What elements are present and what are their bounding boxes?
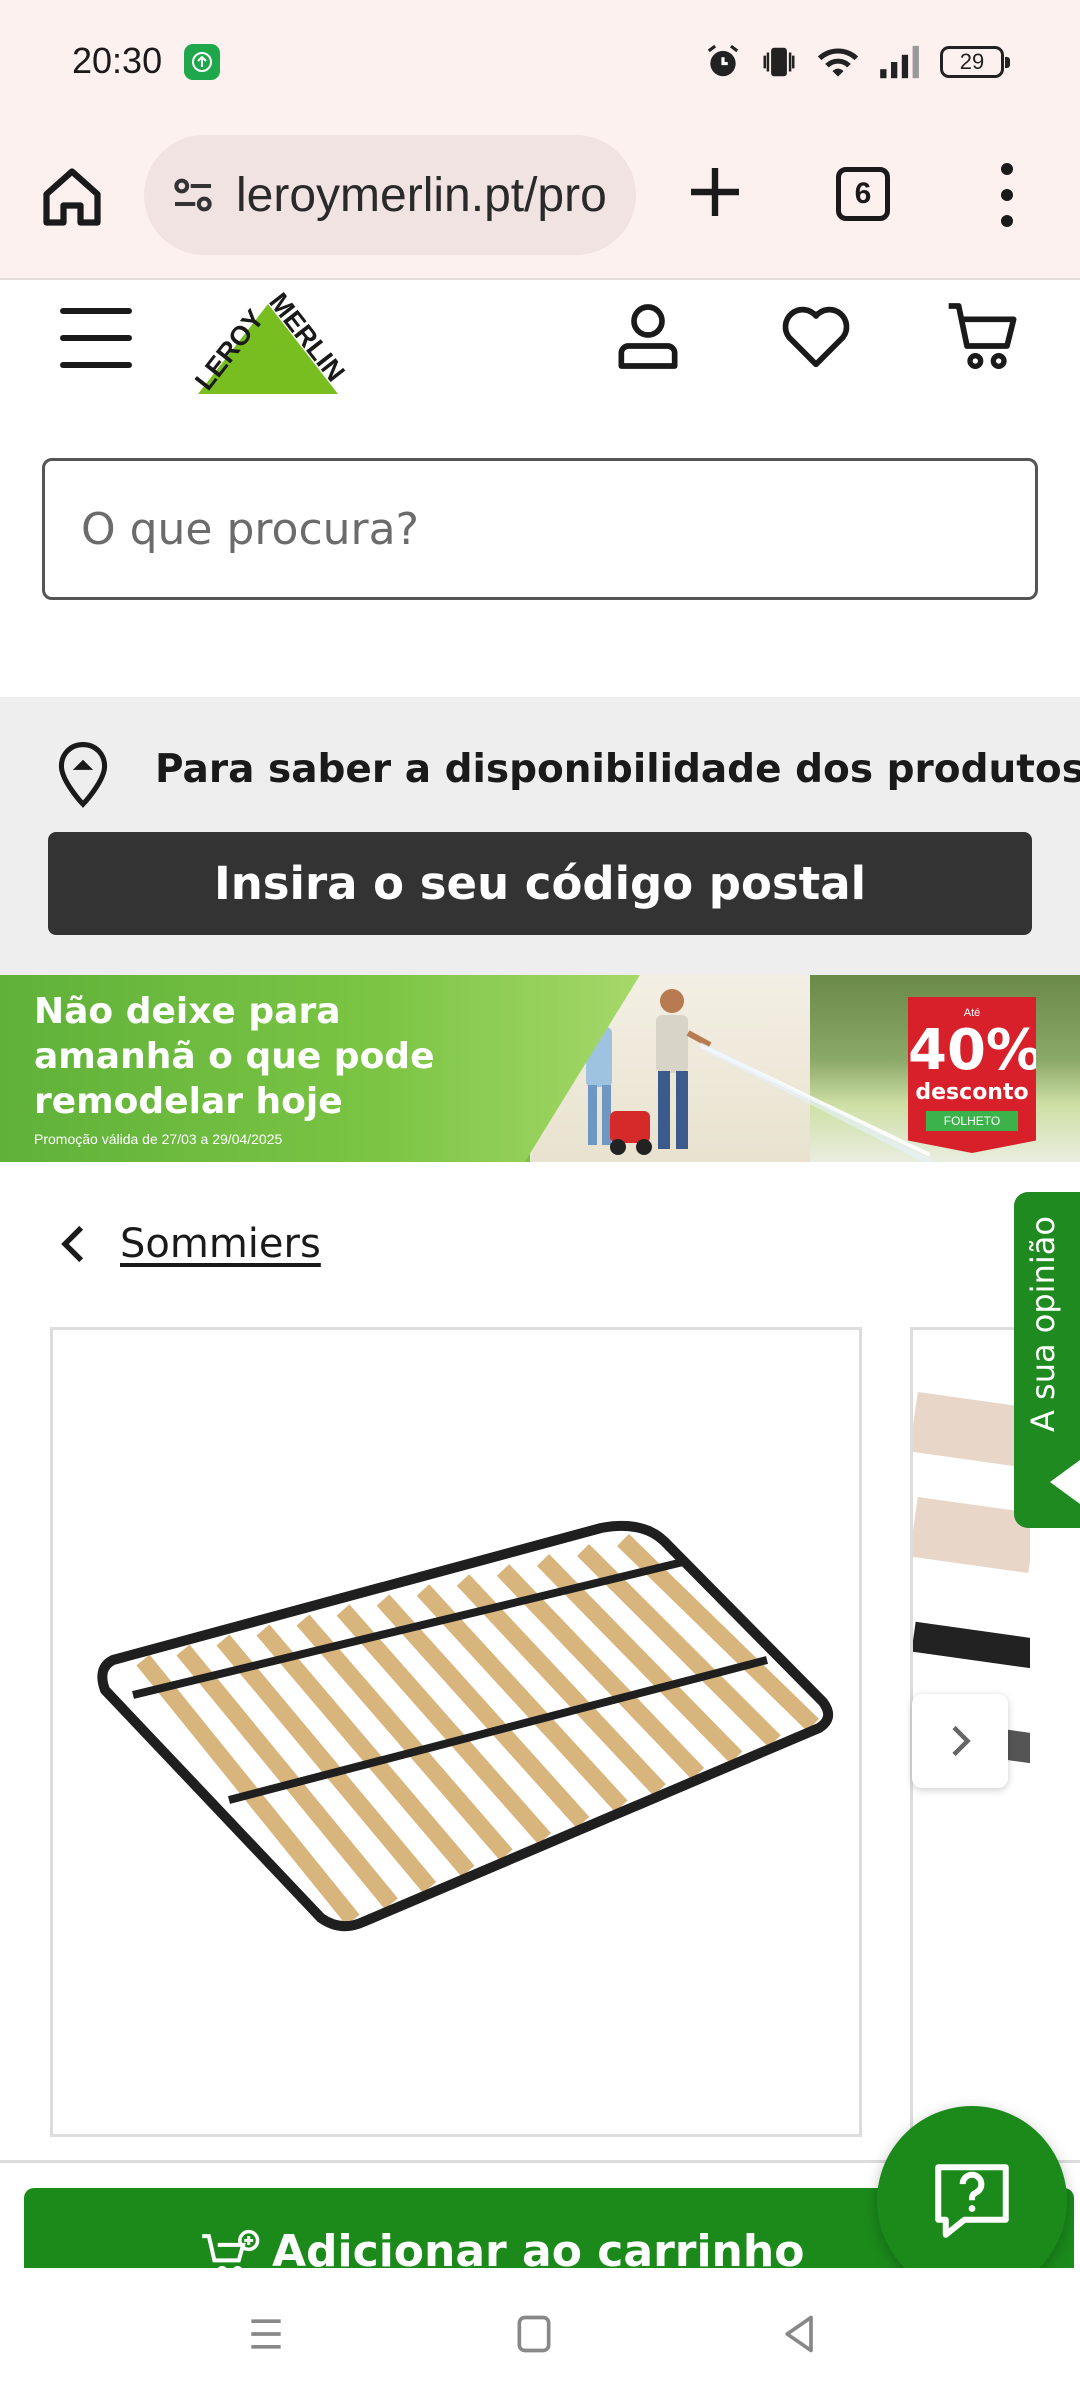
availability-text: Para saber a disponibilidade dos produto… bbox=[155, 747, 1080, 792]
chevron-right-icon bbox=[952, 1725, 971, 1757]
badge-tag: FOLHETO bbox=[926, 1111, 1018, 1131]
breadcrumb: Sommiers bbox=[56, 1216, 321, 1272]
badge-label: desconto bbox=[915, 1080, 1029, 1105]
system-nav-bar bbox=[0, 2268, 1080, 2400]
home-nav-icon[interactable] bbox=[510, 2312, 558, 2356]
alarm-icon bbox=[707, 44, 739, 77]
search-input[interactable] bbox=[81, 503, 1035, 555]
site-header: LEROY MERLIN bbox=[0, 282, 1080, 412]
signal-icon bbox=[880, 45, 919, 79]
location-pin-icon bbox=[58, 742, 108, 808]
menu-icon[interactable] bbox=[60, 308, 132, 368]
search-box[interactable] bbox=[42, 458, 1038, 600]
tab-switcher-button[interactable]: 6 bbox=[836, 167, 890, 221]
promo-validity: Promoção válida de 27/03 a 29/04/2025 bbox=[34, 1131, 283, 1147]
url-text: leroymerlin.pt/pro bbox=[236, 168, 607, 222]
promo-title: Não deixe para amanhã o que pode remodel… bbox=[34, 991, 435, 1122]
site-settings-icon[interactable] bbox=[166, 168, 220, 222]
product-image-main[interactable] bbox=[50, 1327, 862, 2137]
status-icons: 29 bbox=[704, 40, 1010, 84]
discount-badge: Até 40% desconto FOLHETO bbox=[908, 997, 1036, 1153]
battery-level: 29 bbox=[959, 49, 985, 74]
leroy-merlin-logo[interactable]: LEROY MERLIN bbox=[168, 282, 368, 402]
feedback-label: A sua opinião bbox=[1024, 1216, 1062, 1432]
status-time: 20:30 bbox=[72, 40, 163, 81]
breadcrumb-link-sommiers[interactable]: Sommiers bbox=[120, 1221, 321, 1267]
promo-water-jet bbox=[700, 1042, 930, 1162]
back-icon[interactable] bbox=[776, 2312, 824, 2356]
account-icon[interactable] bbox=[608, 296, 688, 376]
status-bar: 20:30 29 bbox=[0, 0, 1080, 125]
badge-value: 40% bbox=[908, 1018, 1043, 1083]
bed-base-image bbox=[97, 1520, 834, 1932]
home-icon[interactable] bbox=[38, 163, 106, 231]
gallery-next-button[interactable] bbox=[912, 1694, 1008, 1788]
postal-code-button[interactable]: Insira o seu código postal bbox=[48, 832, 1032, 935]
recents-icon[interactable] bbox=[242, 2312, 290, 2356]
browser-menu-icon[interactable] bbox=[990, 163, 1024, 227]
vibrate-icon bbox=[763, 47, 795, 77]
battery-icon: 29 bbox=[940, 46, 1010, 78]
new-tab-icon[interactable] bbox=[683, 160, 747, 224]
help-chat-icon bbox=[935, 2164, 1009, 2238]
address-bar[interactable]: leroymerlin.pt/pro bbox=[144, 135, 636, 255]
promo-pressure-washer bbox=[610, 1111, 652, 1155]
feedback-arrow-icon bbox=[1050, 1460, 1080, 1504]
cart-icon[interactable] bbox=[942, 296, 1022, 376]
upload-app-icon bbox=[184, 44, 220, 80]
availability-section: Para saber a disponibilidade dos produto… bbox=[0, 697, 1080, 975]
wifi-icon bbox=[817, 48, 859, 77]
feedback-tab[interactable]: A sua opinião bbox=[1014, 1192, 1080, 1528]
favorites-icon[interactable] bbox=[776, 296, 856, 376]
chevron-left-icon[interactable] bbox=[56, 1222, 92, 1266]
browser-toolbar: leroymerlin.pt/pro 6 bbox=[0, 125, 1080, 280]
promo-banner[interactable]: Não deixe para amanhã o que pode remodel… bbox=[0, 975, 1080, 1162]
